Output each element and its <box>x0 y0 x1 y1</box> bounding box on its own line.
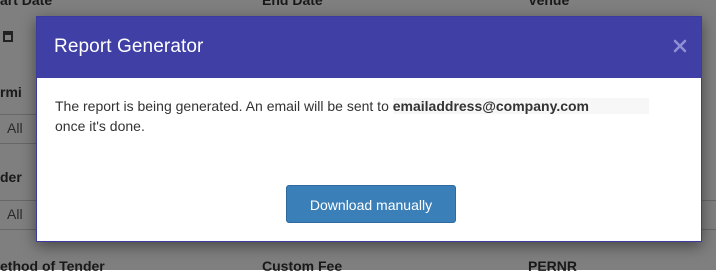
close-button[interactable] <box>671 34 689 56</box>
message-text-end: once it's done. <box>55 118 145 134</box>
modal-message: The report is being generated. An email … <box>55 96 687 136</box>
email-address: emailaddress@company.com <box>392 98 649 114</box>
modal-header: Report Generator <box>37 17 701 78</box>
download-manually-button[interactable]: Download manually <box>286 185 456 223</box>
close-icon <box>673 39 687 53</box>
modal-title: Report Generator <box>54 36 204 57</box>
report-generator-modal: Report Generator The report is being gen… <box>36 16 702 242</box>
message-text: The report is being generated. An email … <box>55 98 393 114</box>
